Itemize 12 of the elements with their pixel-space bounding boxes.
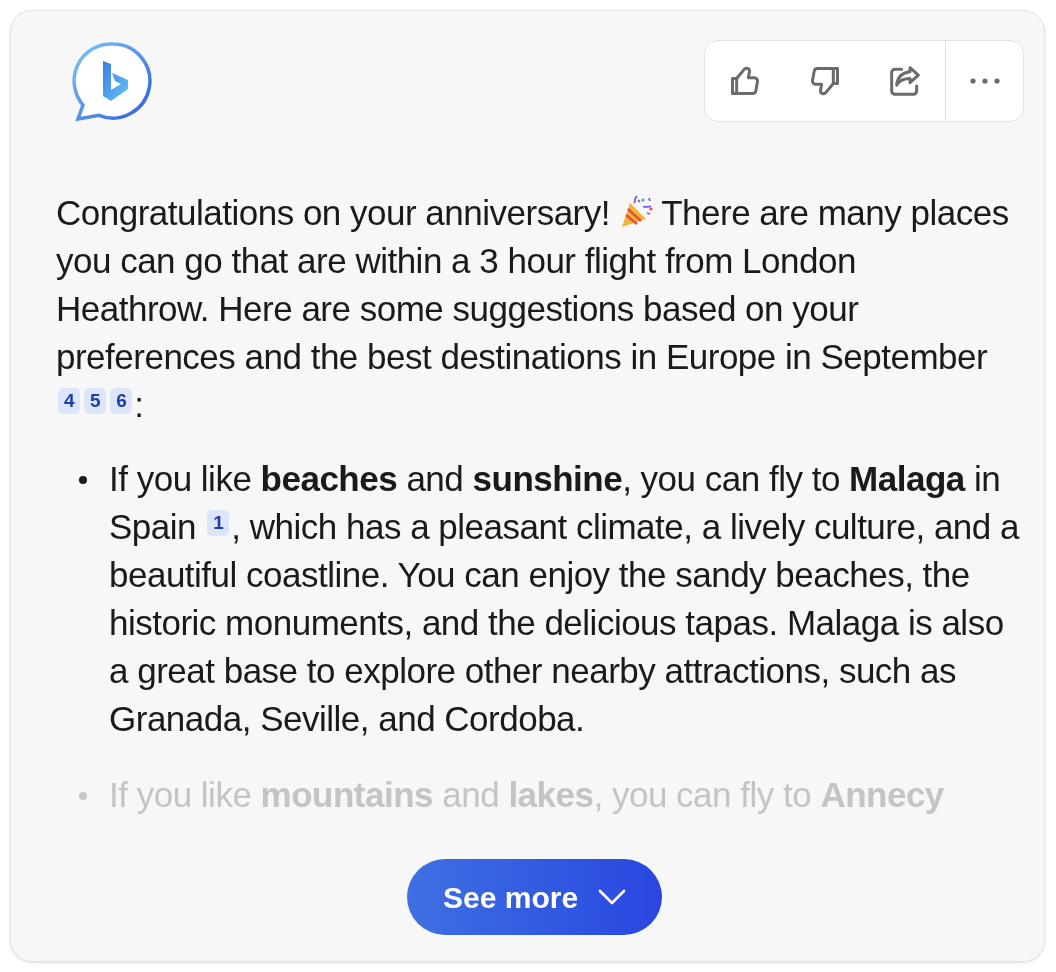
intro-paragraph: Congratulations on your anniversary! There are many places you can go that are within a 3 hour flight from London Heathrow. Here are some suggestions based on your preferences and the best destinations in Europe in September 4 5 6 :	[56, 192, 1010, 426]
bullet-icon	[79, 476, 87, 484]
bullet-icon	[79, 792, 87, 800]
citation-link[interactable]: 4	[58, 387, 81, 414]
citation-link[interactable]: 1	[207, 509, 230, 536]
chevron-down-icon	[598, 889, 627, 905]
citation-link[interactable]: 6	[110, 387, 133, 414]
more-icon	[968, 77, 1001, 85]
suggestion-text: If you like beaches and sunshine, you can fly to Malaga in Spain 1 , which has a pleasant climate, a lively culture, and a beautiful coastline. You can enjoy the sandy beaches, the historic monuments, and the delicious tapas. Malaga is also a great base to explore other nearby attractions, such as Granada, Seville, and Cordoba.	[109, 458, 1021, 740]
see-more-button[interactable]: See more	[407, 859, 663, 935]
citation-link[interactable]: 5	[84, 387, 107, 414]
chat-logo-icon	[72, 41, 154, 123]
